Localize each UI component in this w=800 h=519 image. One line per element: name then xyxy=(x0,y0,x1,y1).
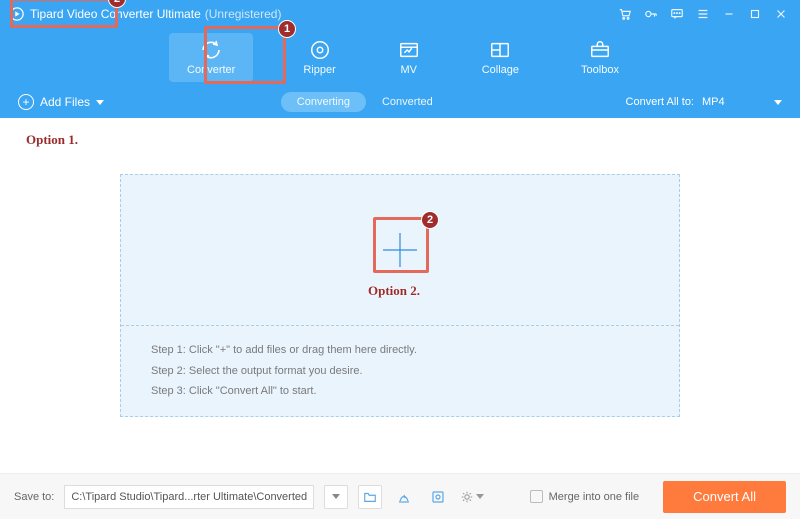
add-file-plus-button[interactable] xyxy=(375,225,425,275)
add-files-button[interactable]: + Add Files xyxy=(18,94,104,110)
open-folder-button[interactable] xyxy=(358,485,382,509)
output-format-value: MP4 xyxy=(702,96,725,108)
registration-status: (Unregistered) xyxy=(205,7,282,21)
nav-toolbox[interactable]: Toolbox xyxy=(569,35,631,80)
menu-icon[interactable] xyxy=(690,0,716,28)
nav-converter[interactable]: Converter xyxy=(169,33,253,82)
plus-circle-icon: + xyxy=(18,94,34,110)
tab-converted[interactable]: Converted xyxy=(366,92,449,112)
sub-toolbar: + Add Files Converting Converted Convert… xyxy=(0,86,800,118)
cart-icon[interactable] xyxy=(612,0,638,28)
step-text: Step 2: Select the output format you des… xyxy=(151,361,649,382)
close-button[interactable] xyxy=(768,0,794,28)
step-text: Step 3: Click "Convert All" to start. xyxy=(151,381,649,402)
convert-all-to-label: Convert All to: xyxy=(626,96,694,108)
convert-all-button[interactable]: Convert All xyxy=(663,481,786,513)
merge-label: Merge into one file xyxy=(549,491,640,503)
feedback-icon[interactable] xyxy=(664,0,690,28)
save-to-dropdown[interactable] xyxy=(324,485,348,509)
converter-icon xyxy=(199,39,223,61)
nav-label: Toolbox xyxy=(581,64,619,76)
chevron-down-icon xyxy=(476,494,484,499)
tab-converting[interactable]: Converting xyxy=(281,92,366,112)
nav-ripper[interactable]: Ripper xyxy=(291,35,347,80)
nav-label: Ripper xyxy=(303,64,335,76)
collage-icon xyxy=(489,39,511,61)
app-window: Tipard Video Converter Ultimate (Unregis… xyxy=(0,0,800,519)
annotation-option2-label: Option 2. xyxy=(368,283,420,299)
convert-all-label: Convert All xyxy=(693,489,756,504)
dropzone-instructions: Step 1: Click "+" to add files or drag t… xyxy=(121,325,679,417)
mv-icon xyxy=(398,39,420,61)
maximize-button[interactable] xyxy=(742,0,768,28)
toolbox-icon xyxy=(589,39,611,61)
annotation-badge-1: 1 xyxy=(278,20,296,38)
annotation-option1-label: Option 1. xyxy=(26,132,78,148)
ripper-icon xyxy=(309,39,331,61)
main-nav: Converter Ripper MV Collage Toolbox 1 xyxy=(0,28,800,86)
settings-button[interactable] xyxy=(460,485,484,509)
dropzone-upper[interactable]: 2 Option 2. xyxy=(121,175,679,325)
nav-collage[interactable]: Collage xyxy=(470,35,531,80)
nav-label: Converter xyxy=(187,64,235,76)
output-format-select[interactable]: MP4 xyxy=(702,96,782,108)
app-logo-icon xyxy=(10,7,24,21)
save-to-path-input[interactable]: C:\Tipard Studio\Tipard...rter Ultimate\… xyxy=(64,485,314,509)
save-to-label: Save to: xyxy=(14,491,54,503)
chevron-down-icon xyxy=(96,100,104,105)
nav-mv[interactable]: MV xyxy=(386,35,432,80)
status-tabs: Converting Converted xyxy=(104,92,625,112)
annotation-badge-2b: 2 xyxy=(421,211,439,229)
save-to-path-value: C:\Tipard Studio\Tipard...rter Ultimate\… xyxy=(71,491,307,503)
nav-label: MV xyxy=(400,64,417,76)
merge-checkbox[interactable]: Merge into one file xyxy=(530,490,640,503)
content-area: Option 1. 2 Option 2. Step 1: Click "+" … xyxy=(0,118,800,473)
dropzone[interactable]: 2 Option 2. Step 1: Click "+" to add fil… xyxy=(120,174,680,418)
chevron-down-icon xyxy=(332,494,340,499)
nav-label: Collage xyxy=(482,64,519,76)
key-icon[interactable] xyxy=(638,0,664,28)
speed-icon[interactable] xyxy=(392,485,416,509)
minimize-button[interactable] xyxy=(716,0,742,28)
gpu-icon[interactable] xyxy=(426,485,450,509)
chevron-down-icon xyxy=(774,100,782,105)
add-files-label: Add Files xyxy=(40,95,90,109)
convert-all-to: Convert All to: MP4 xyxy=(626,96,782,108)
checkbox-icon xyxy=(530,490,543,503)
app-title: Tipard Video Converter Ultimate xyxy=(30,7,201,21)
bottom-bar: Save to: C:\Tipard Studio\Tipard...rter … xyxy=(0,473,800,519)
step-text: Step 1: Click "+" to add files or drag t… xyxy=(151,340,649,361)
